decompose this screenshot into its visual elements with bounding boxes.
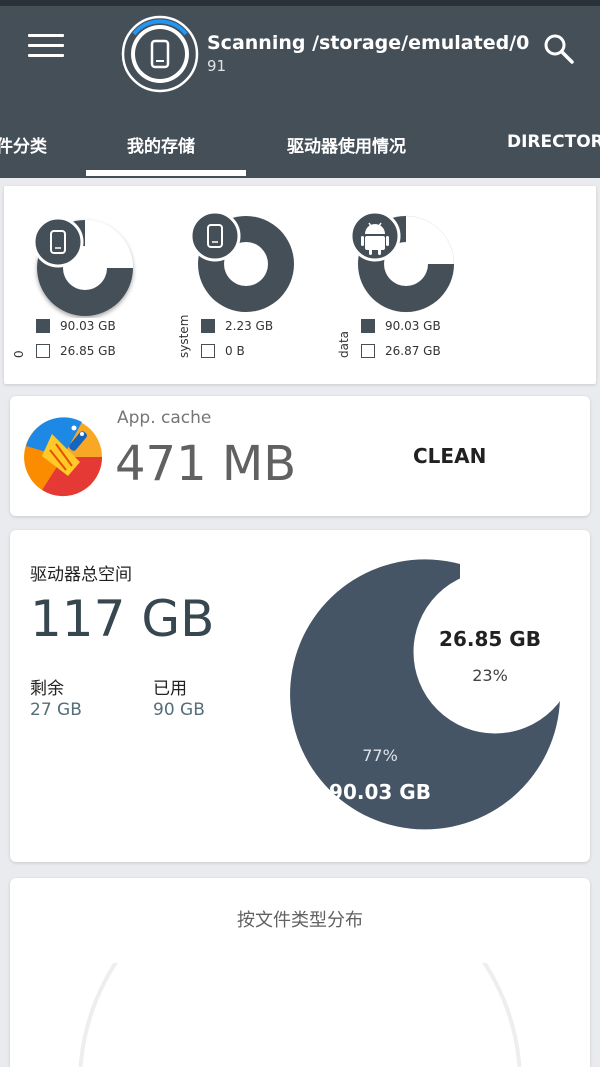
legend-free: 0 B (201, 344, 245, 358)
free-size: 26.87 GB (385, 344, 441, 358)
used-size: 90.03 GB (385, 319, 441, 333)
tab-bar: 件分类 我的存储 驱动器使用情况 DIRECTOR (0, 118, 600, 178)
storage-item-0[interactable]: 90.03 GB 26.85 GB 0 (4, 186, 174, 384)
legend-free: 26.85 GB (36, 344, 116, 358)
clean-button[interactable]: CLEAN (405, 442, 494, 470)
legend-used: 90.03 GB (36, 319, 116, 333)
free-slice (413, 570, 577, 734)
free-space-label: 剩余 (30, 679, 64, 699)
used-size: 90.03 GB (60, 319, 116, 333)
hamburger-menu-icon[interactable] (28, 34, 64, 60)
used-space-value: 90 GB (153, 700, 205, 720)
active-tab-indicator (86, 170, 246, 176)
legend-free: 26.87 GB (361, 344, 441, 358)
broom-cleaner-icon (24, 417, 103, 497)
legend-used: 90.03 GB (361, 319, 441, 333)
storage-donut-chart (189, 210, 294, 312)
free-size: 26.85 GB (60, 344, 116, 358)
free-percent-label: 23% (472, 666, 508, 685)
storage-item-data[interactable]: 90.03 GB 26.87 GB data (329, 186, 499, 384)
storage-name-label: 0 (12, 350, 26, 358)
file-type-title: 按文件类型分布 (237, 910, 363, 931)
tab-drive-usage[interactable]: 驱动器使用情况 (287, 132, 406, 157)
scan-file-count: 91 (207, 57, 227, 75)
usage-pie-chart: 26.85 GB 23% 77% 90.03 GB (290, 559, 577, 830)
used-percent-label: 77% (362, 746, 398, 765)
storage-name-label: system (177, 314, 191, 358)
storage-overview-card: 90.03 GB 26.85 GB 0 2.23 GB 0 B system 9… (4, 186, 596, 384)
tab-file-categories[interactable]: 件分类 (0, 132, 47, 157)
used-size-label: 90.03 GB (329, 780, 431, 804)
scan-progress-ring (121, 15, 199, 93)
tab-my-storage[interactable]: 我的存储 (127, 132, 195, 157)
storage-name-label: data (337, 330, 351, 358)
app-cache-label: App. cache (117, 408, 212, 428)
legend-used: 2.23 GB (201, 319, 273, 333)
watermark: IIIIIIIIIIIIIII (285, 1010, 492, 1056)
free-size-label: 26.85 GB (439, 627, 541, 651)
tab-directories[interactable]: DIRECTOR (507, 132, 600, 152)
app-cache-size: 471 MB (115, 436, 297, 492)
used-size: 2.23 GB (225, 319, 274, 333)
search-icon[interactable] (540, 30, 576, 66)
used-space-label: 已用 (153, 679, 187, 699)
app-cache-card: App. cache 471 MB CLEAN (10, 396, 590, 516)
scan-path-title: Scanning /storage/emulated/0 (207, 32, 530, 54)
total-space-value: 117 GB (30, 590, 215, 648)
total-space-label: 驱动器总空间 (30, 565, 132, 585)
app-bar: Scanning /storage/emulated/0 91 件分类 我的存储… (0, 6, 600, 178)
free-size: 0 B (225, 344, 245, 358)
storage-donut-chart (349, 210, 455, 313)
storage-item-system[interactable]: 2.23 GB 0 B system (169, 186, 339, 384)
storage-donut-chart (32, 216, 133, 316)
free-space-value: 27 GB (30, 700, 82, 720)
total-space-card: 驱动器总空间 117 GB 剩余 27 GB 已用 90 GB 26.85 GB… (10, 530, 590, 862)
